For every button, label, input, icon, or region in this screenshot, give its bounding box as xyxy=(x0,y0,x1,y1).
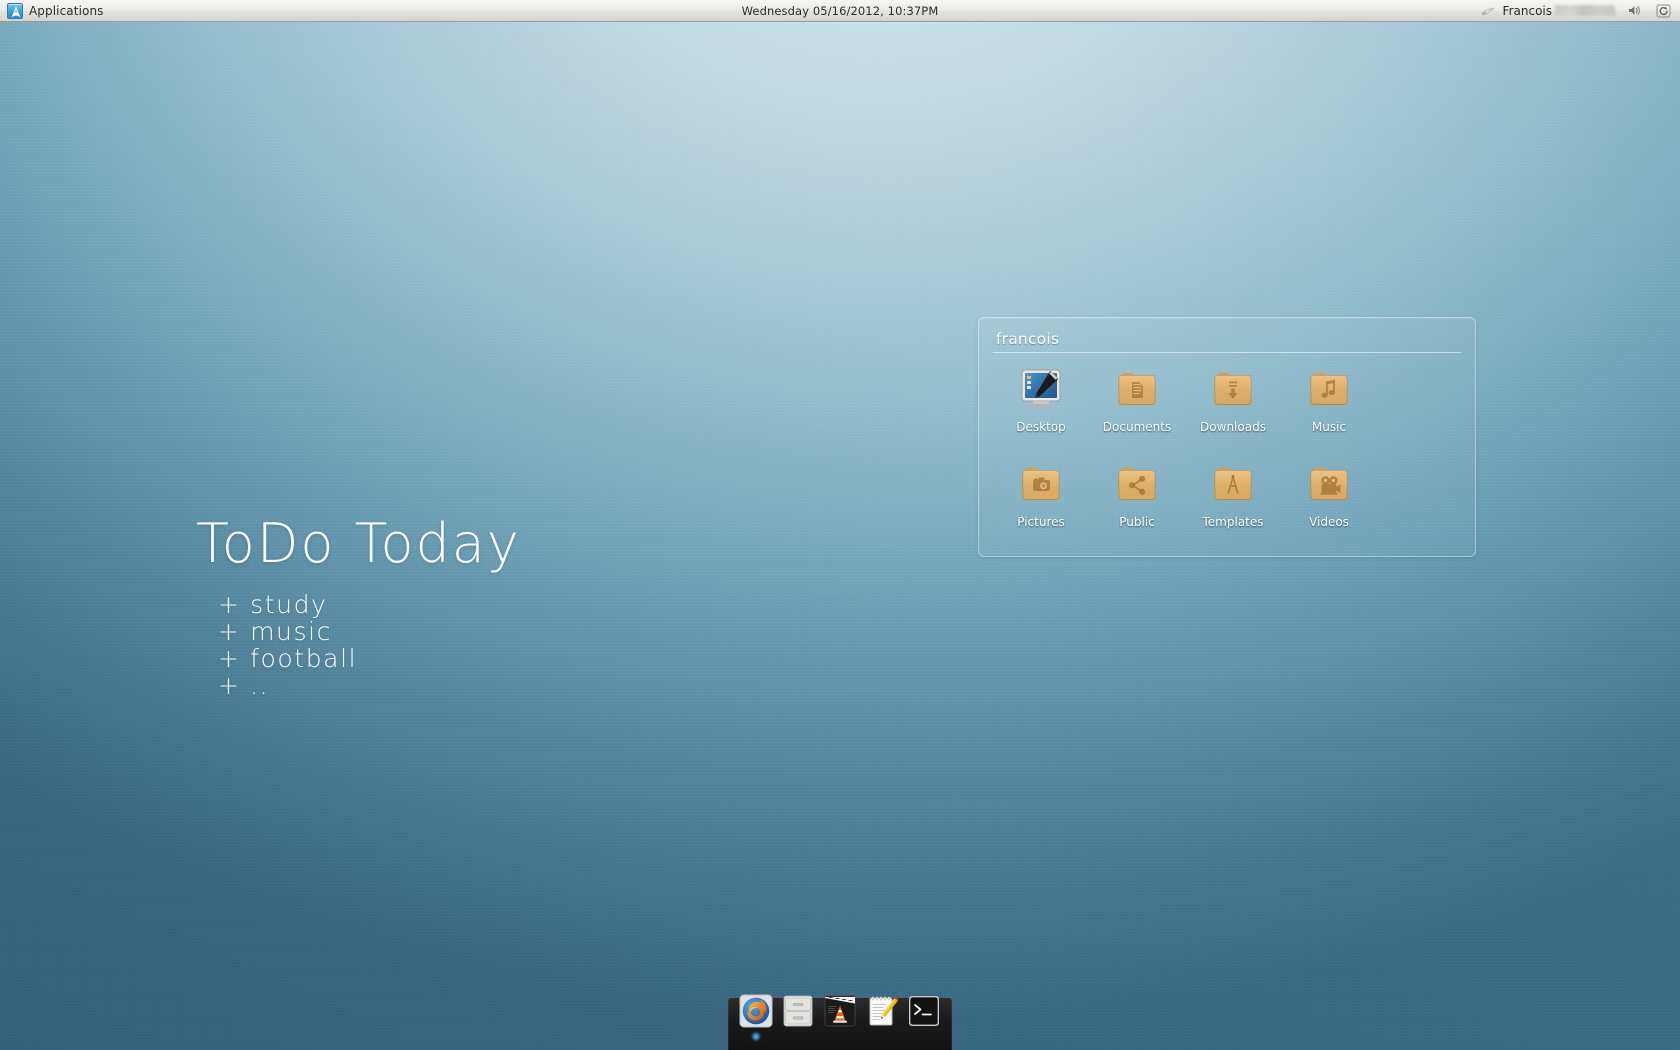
dock[interactable] xyxy=(728,994,952,1050)
folder-item-documents[interactable]: Documents xyxy=(1089,365,1185,460)
folder-view-title: francois xyxy=(996,330,1060,348)
pictures-folder-icon xyxy=(1017,462,1065,508)
notes-icon[interactable] xyxy=(865,994,899,1028)
desktop-preview-icon xyxy=(1017,367,1065,413)
desktop[interactable]: Applications Wednesday 05/16/2012, 10:37… xyxy=(0,0,1680,1050)
todo-list-item: + study xyxy=(218,590,328,619)
panel-right-section: Francois xyxy=(1480,0,1680,22)
folder-item-label: Downloads xyxy=(1200,420,1266,434)
power-restart-icon[interactable] xyxy=(1653,2,1673,20)
folder-item-pictures[interactable]: Pictures xyxy=(993,460,1089,555)
folder-item-music[interactable]: Music xyxy=(1281,365,1377,460)
todo-list-item: + music xyxy=(218,617,333,646)
todo-list: + study + music + football + .. xyxy=(196,591,521,699)
todo-title: ToDo Today xyxy=(196,512,521,575)
folder-view-widget[interactable]: francois Desktop Documents Downloads Mus… xyxy=(978,317,1476,557)
folder-item-label: Public xyxy=(1119,515,1155,529)
folder-item-label: Pictures xyxy=(1017,515,1065,529)
file-manager-icon[interactable] xyxy=(781,994,815,1028)
folder-item-label: Templates xyxy=(1202,515,1264,529)
terminal-icon[interactable] xyxy=(907,994,941,1028)
top-panel: Applications Wednesday 05/16/2012, 10:37… xyxy=(0,0,1680,22)
user-name-label: Francois xyxy=(1503,4,1615,18)
dock-running-indicator xyxy=(751,1032,761,1041)
folder-view-grid: Desktop Documents Downloads Music Pictur… xyxy=(993,365,1461,555)
folder-item-label: Desktop xyxy=(1016,420,1066,434)
dock-items xyxy=(739,994,941,1041)
videos-folder-icon xyxy=(1305,462,1353,508)
music-folder-icon xyxy=(1305,367,1353,413)
folder-item-desktop[interactable]: Desktop xyxy=(993,365,1089,460)
arch-logo-icon xyxy=(7,2,23,19)
public-share-folder-icon xyxy=(1113,462,1161,508)
folder-item-label: Documents xyxy=(1102,420,1172,434)
todo-list-item: + .. xyxy=(218,671,270,700)
volume-icon[interactable] xyxy=(1624,2,1644,20)
user-name-text: Francois xyxy=(1502,3,1552,18)
folder-item-label: Videos xyxy=(1309,515,1349,529)
applications-menu-button[interactable]: Applications xyxy=(5,1,110,21)
folder-item-public[interactable]: Public xyxy=(1089,460,1185,555)
downloads-folder-icon xyxy=(1209,367,1257,413)
todo-widget: ToDo Today + study + music + football + … xyxy=(196,512,521,699)
pen-nib-icon xyxy=(1480,4,1497,18)
vlc-icon[interactable] xyxy=(823,994,857,1028)
user-name-redacted-block xyxy=(1555,4,1615,16)
applications-menu-label: Applications xyxy=(29,3,104,18)
user-menu-button[interactable]: Francois xyxy=(1480,4,1615,18)
clock[interactable]: Wednesday 05/16/2012, 10:37PM xyxy=(742,4,939,18)
folder-item-label: Music xyxy=(1311,420,1347,434)
folder-view-divider xyxy=(993,352,1461,353)
folder-item-downloads[interactable]: Downloads xyxy=(1185,365,1281,460)
folder-item-videos[interactable]: Videos xyxy=(1281,460,1377,555)
panel-center-section: Wednesday 05/16/2012, 10:37PM xyxy=(0,0,1680,22)
firefox-icon[interactable] xyxy=(739,994,773,1041)
todo-list-item: + football xyxy=(218,644,358,673)
panel-left-section: Applications xyxy=(0,1,110,21)
documents-folder-icon xyxy=(1113,367,1161,413)
folder-item-templates[interactable]: Templates xyxy=(1185,460,1281,555)
templates-folder-icon xyxy=(1209,462,1257,508)
